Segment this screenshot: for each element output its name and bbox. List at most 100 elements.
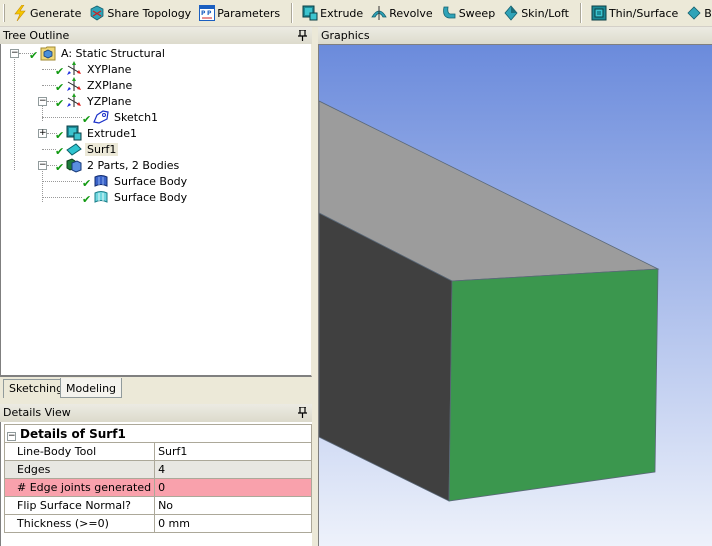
tree-connector <box>42 197 82 198</box>
details-view-title: Details View <box>3 406 71 419</box>
plane-axes-icon <box>66 77 82 93</box>
tree-item-static-structural[interactable]: ✔ A: Static Structural <box>29 45 167 62</box>
collapse-toggle[interactable]: − <box>7 431 16 441</box>
property-value: 4 <box>154 460 312 479</box>
toolbar-separator <box>291 3 294 23</box>
sweep-icon <box>441 5 457 21</box>
svg-text:P: P <box>207 10 212 17</box>
parameters-button[interactable]: PP Parameters <box>196 2 285 24</box>
collapse-toggle[interactable]: − <box>10 49 19 58</box>
tree-item-label: Surf1 <box>85 142 119 156</box>
property-name: Line-Body Tool <box>3 442 156 461</box>
share-topology-label: Share Topology <box>107 6 192 20</box>
tree-item-sketch1[interactable]: ✔ Sketch1 <box>82 109 160 126</box>
tree-item-label: A: Static Structural <box>61 46 165 60</box>
tree-item-surface-body[interactable]: ✔ Surface Body <box>82 173 189 191</box>
surface-body-icon <box>93 173 109 189</box>
property-value[interactable]: No <box>154 496 312 515</box>
property-value[interactable]: 0 mm <box>154 514 312 533</box>
tree-item-surface-body[interactable]: ✔ Surface Body <box>82 189 189 207</box>
skin-loft-button[interactable]: Skin/Loft <box>500 2 574 24</box>
toolbar-separator <box>579 3 582 23</box>
toolbar-grip[interactable] <box>3 4 5 22</box>
share-topology-button[interactable]: Share Topology <box>86 2 196 24</box>
revolve-label: Revolve <box>389 6 433 20</box>
check-icon: ✔ <box>82 193 92 206</box>
details-table: − Details of Surf1 Line-Body Tool Surf1 E… <box>3 424 312 533</box>
revolve-icon <box>371 5 387 21</box>
expand-toggle[interactable]: + <box>38 129 47 138</box>
tab-modeling[interactable]: Modeling <box>60 378 123 398</box>
tree-item-label: Sketch1 <box>114 110 159 124</box>
tree-connector <box>42 181 82 182</box>
details-view: − Details of Surf1 Line-Body Tool Surf1 E… <box>0 422 312 546</box>
tree-item-label: Surface Body <box>114 190 188 204</box>
tree-connector <box>42 69 56 70</box>
property-name: Thickness (>=0) <box>3 514 156 533</box>
check-icon: ✔ <box>29 49 39 62</box>
model-view[interactable] <box>319 45 712 546</box>
surface-body-light-icon <box>93 189 109 205</box>
blend-icon <box>686 5 702 21</box>
svg-text:P: P <box>201 10 206 17</box>
details-row-thickness[interactable]: Thickness (>=0) 0 mm <box>3 514 312 533</box>
thin-surface-button[interactable]: Thin/Surface <box>588 2 683 24</box>
graphics-viewport[interactable] <box>318 44 712 546</box>
tree-outline: − − + − ✔ A: Static Structural ✔ XYPlane… <box>0 44 312 377</box>
main-toolbar: Generate Share Topology PP Parameters Ex… <box>0 0 712 27</box>
details-group-header[interactable]: − Details of Surf1 <box>4 424 312 443</box>
blend-label: Blend <box>704 6 712 20</box>
tree-item-yzplane[interactable]: ✔ YZPlane <box>55 93 133 110</box>
extrude-button[interactable]: Extrude <box>299 2 368 24</box>
tree-connector <box>42 85 56 86</box>
extrude-label: Extrude <box>320 6 364 20</box>
revolve-button[interactable]: Revolve <box>368 2 438 24</box>
details-group-title: Details of Surf1 <box>20 426 126 441</box>
property-value[interactable]: Surf1 <box>154 442 312 461</box>
details-view-header: Details View <box>0 404 312 422</box>
property-name: Edges <box>3 460 156 479</box>
details-row-flip-surface-normal[interactable]: Flip Surface Normal? No <box>3 496 312 515</box>
tree-item-parts-bodies[interactable]: ✔ 2 Parts, 2 Bodies <box>55 157 181 174</box>
tree-item-surf1[interactable]: ✔ Surf1 <box>55 141 119 158</box>
parameters-icon: PP <box>199 5 216 21</box>
tree-item-zxplane[interactable]: ✔ ZXPlane <box>55 77 134 94</box>
collapse-toggle[interactable]: − <box>38 97 47 106</box>
tree-item-label: 2 Parts, 2 Bodies <box>87 158 180 172</box>
mode-tabs: Sketching Modeling <box>0 377 312 399</box>
tree-item-extrude1[interactable]: ✔ Extrude1 <box>55 125 139 142</box>
property-name: # Edge joints generated <box>3 478 156 497</box>
lightning-bolt-icon <box>12 4 28 22</box>
tree-item-label: YZPlane <box>87 94 132 108</box>
sweep-label: Sweep <box>458 6 496 20</box>
tree-item-xyplane[interactable]: ✔ XYPlane <box>55 61 133 78</box>
tree-item-label: Extrude1 <box>87 126 138 140</box>
blend-button[interactable]: Blend <box>683 2 712 24</box>
sweep-button[interactable]: Sweep <box>438 2 501 24</box>
sketch-icon <box>93 109 109 125</box>
tree-connector <box>14 57 15 170</box>
details-row-line-body-tool[interactable]: Line-Body Tool Surf1 <box>3 442 312 461</box>
graphics-title: Graphics <box>321 29 370 42</box>
thin-surface-label: Thin/Surface <box>608 6 679 20</box>
property-value: 0 <box>154 478 312 497</box>
plane-axes-icon <box>66 61 82 77</box>
thin-surface-icon <box>591 5 607 21</box>
share-topology-icon <box>89 5 105 21</box>
collapse-toggle[interactable]: − <box>38 161 47 170</box>
surface-icon <box>66 141 82 157</box>
tree-outline-header: Tree Outline <box>0 27 312 45</box>
check-icon: ✔ <box>55 97 65 110</box>
parts-bodies-icon <box>66 157 82 173</box>
tree-connector <box>42 117 82 118</box>
selected-front-face[interactable] <box>448 268 659 502</box>
details-row-edges[interactable]: Edges 4 <box>3 460 312 479</box>
generate-label: Generate <box>30 6 82 20</box>
static-structural-icon <box>40 45 56 61</box>
generate-button[interactable]: Generate <box>9 2 86 24</box>
property-name: Flip Surface Normal? <box>3 496 156 515</box>
plane-axes-icon <box>66 93 82 109</box>
details-row-edge-joints[interactable]: # Edge joints generated 0 <box>3 478 312 497</box>
tree-connector <box>42 149 56 150</box>
parameters-label: Parameters <box>217 6 281 20</box>
